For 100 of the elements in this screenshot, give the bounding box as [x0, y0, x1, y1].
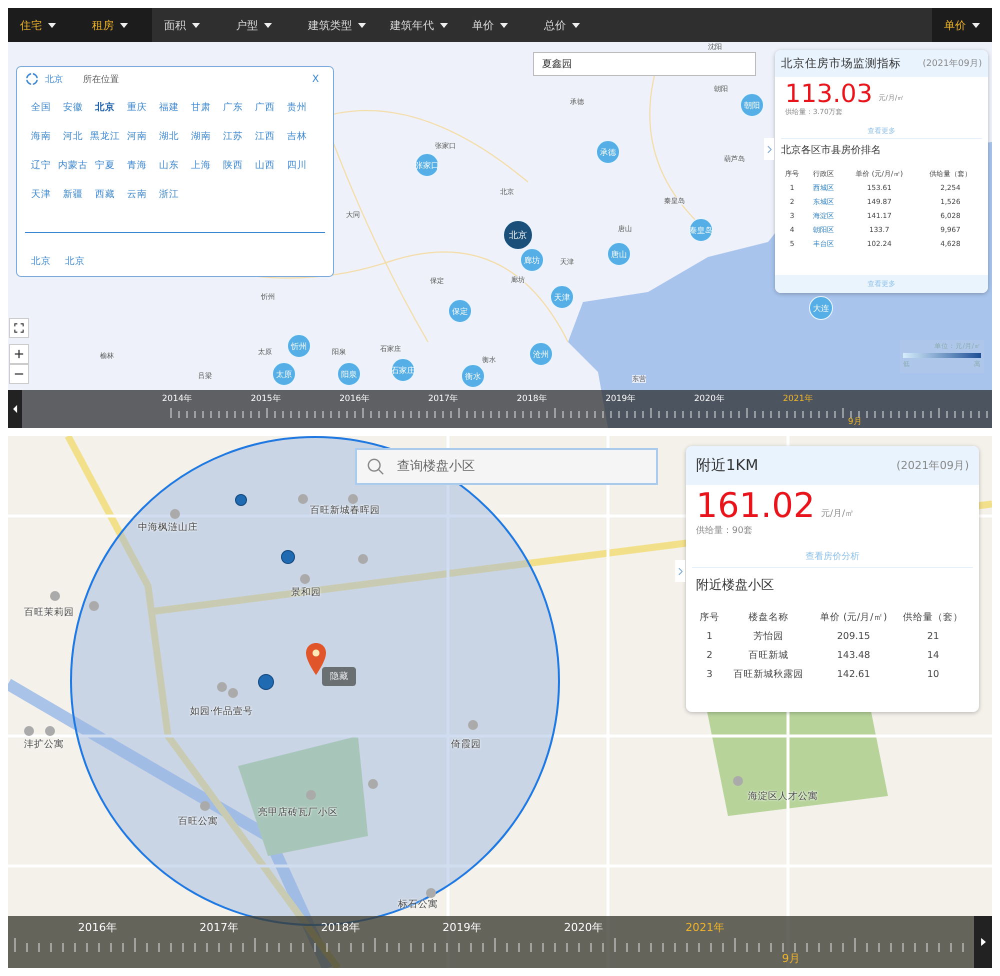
average-price: 113.03	[785, 81, 872, 106]
year-tab[interactable]: 2020年	[694, 393, 783, 405]
table-cell: 209.15	[836, 631, 870, 642]
date-label: (2021年09月)	[922, 58, 982, 70]
province-link[interactable]: 黑龙江	[89, 126, 121, 146]
year-tab[interactable]: 2017年	[428, 393, 517, 405]
previous-button[interactable]	[8, 390, 22, 428]
fullscreen-icon	[14, 323, 24, 333]
province-link[interactable]: 安徽	[57, 97, 89, 117]
year-tab[interactable]: 2019年	[605, 393, 694, 405]
caret-icon	[48, 22, 56, 28]
community-label: 沣扩公寓	[24, 738, 64, 751]
province-link[interactable]: 海南	[25, 126, 57, 146]
community-label: 亮甲店砖瓦厂小区	[258, 806, 338, 819]
city-link[interactable]: 北京	[31, 251, 51, 271]
province-link[interactable]: 河北	[57, 126, 89, 146]
province-link[interactable]: 吉林	[281, 126, 313, 146]
province-link[interactable]: 河南	[121, 126, 153, 146]
date-label: (2021年09月)	[896, 458, 969, 473]
province-link[interactable]: 新疆	[57, 184, 89, 204]
price-unit: 元/月/㎡	[820, 508, 854, 521]
location-pin-icon[interactable]	[305, 642, 327, 676]
year-tab[interactable]: 2015年	[250, 393, 340, 405]
year-tab[interactable]: 2018年	[516, 393, 606, 405]
province-link[interactable]: 山东	[153, 155, 185, 175]
year-tab[interactable]: 2018年	[321, 920, 442, 935]
caret-icon	[192, 22, 200, 28]
province-link[interactable]: 重庆	[121, 97, 153, 117]
next-button[interactable]	[974, 916, 992, 968]
fullscreen-button[interactable]	[9, 318, 29, 338]
collapse-button[interactable]	[675, 560, 685, 582]
filter-dropdown[interactable]: 建筑类型	[296, 8, 378, 42]
search-field[interactable]: 夏鑫园	[533, 52, 756, 76]
search-field[interactable]: 查询楼盘小区	[355, 448, 658, 485]
province-link[interactable]: 贵州	[281, 97, 313, 117]
column-header: 供给量（套）	[902, 611, 964, 625]
year-tab[interactable]: 2016年	[339, 393, 428, 405]
table-cell: 2	[706, 650, 713, 661]
section-title: 附近楼盘小区	[695, 577, 775, 595]
province-link[interactable]: 上海	[185, 155, 217, 175]
year-tab[interactable]: 2020年	[564, 920, 686, 935]
province-link[interactable]: 福建	[153, 97, 185, 117]
pin-tooltip[interactable]: 隐藏	[322, 667, 356, 686]
province-link[interactable]: 全国	[25, 97, 57, 117]
province-link[interactable]: 湖北	[153, 126, 185, 146]
filter-dropdown[interactable]: 住宅	[8, 8, 80, 42]
province-link[interactable]: 四川	[281, 155, 313, 175]
province-link[interactable]: 湖南	[185, 126, 217, 146]
province-link[interactable]: 青海	[121, 155, 153, 175]
chevron-icon	[678, 566, 682, 576]
filter-dropdown[interactable]: 面积	[152, 8, 224, 42]
caret-icon	[120, 22, 128, 28]
community-label: 如园·作品壹号	[190, 705, 254, 718]
locate-icon[interactable]	[25, 72, 39, 86]
filter-dropdown[interactable]: 户型	[224, 8, 296, 42]
column-header: 单价 (元/月/㎡)	[819, 611, 888, 625]
table-cell: 百旺新城秋露园	[734, 669, 804, 680]
sort-dropdown[interactable]: 单价	[932, 8, 992, 42]
province-link[interactable]: 山西	[249, 155, 281, 175]
province-link[interactable]: 宁夏	[89, 155, 121, 175]
province-link[interactable]: 内蒙古	[57, 155, 89, 175]
chevron-icon	[766, 144, 772, 154]
plus-icon	[14, 349, 24, 359]
province-link[interactable]: 江西	[249, 126, 281, 146]
province-link[interactable]: 辽宁	[25, 155, 57, 175]
filter-dropdown[interactable]: 建筑年代	[378, 8, 460, 42]
province-link[interactable]: 广西	[249, 97, 281, 117]
month-label: 9月	[848, 416, 862, 428]
zoom-in-button[interactable]	[9, 344, 29, 364]
close-button[interactable]: X	[306, 72, 325, 86]
year-tab[interactable]: 2021年	[686, 920, 807, 935]
province-link[interactable]: 江苏	[217, 126, 249, 146]
province-link[interactable]: 广东	[217, 97, 249, 117]
year-tab[interactable]: 2016年	[78, 920, 200, 935]
caret-icon	[572, 22, 580, 28]
province-link[interactable]: 北京	[89, 97, 121, 117]
column-header: 序号	[698, 611, 721, 625]
filter-dropdown[interactable]: 单价	[460, 8, 532, 42]
province-link[interactable]: 陕西	[217, 155, 249, 175]
table-cell: 21	[927, 631, 940, 642]
province-link[interactable]: 云南	[121, 184, 153, 204]
province-link[interactable]: 浙江	[153, 184, 185, 204]
province-link[interactable]: 甘肃	[185, 97, 217, 117]
filter-dropdown[interactable]: 租房	[80, 8, 152, 42]
triangle-right-icon	[980, 938, 986, 946]
year-tab[interactable]: 2014年	[162, 393, 251, 405]
year-tab[interactable]: 2021年	[782, 393, 872, 405]
year-tab[interactable]: 2017年	[200, 920, 321, 935]
table-cell: 143.48	[836, 650, 870, 661]
caret-icon	[264, 22, 272, 28]
table-cell: 10	[927, 669, 940, 680]
table-cell: 芳怡园	[754, 631, 784, 642]
table-cell: 142.61	[836, 669, 870, 680]
collapse-button[interactable]	[764, 138, 774, 160]
year-tab[interactable]: 2019年	[442, 920, 564, 935]
filter-dropdown[interactable]: 总价	[532, 8, 604, 42]
average-price: 161.02	[696, 489, 815, 523]
province-link[interactable]: 西藏	[89, 184, 121, 204]
province-link[interactable]: 天津	[25, 184, 57, 204]
city-link[interactable]: 北京	[65, 251, 85, 271]
